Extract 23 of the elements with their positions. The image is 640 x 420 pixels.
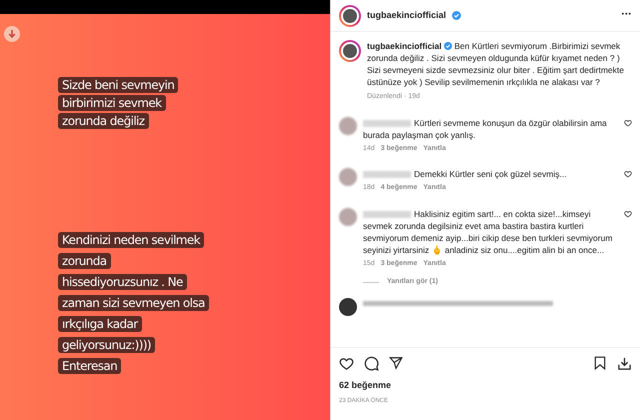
like-icon[interactable]	[624, 210, 632, 218]
like-icon[interactable]	[624, 118, 632, 126]
blurred-username	[363, 171, 411, 178]
story-text-sticker: Sizde beni sevmeyin birbirimizi sevmek zorunda değiliz	[58, 76, 178, 130]
download-icon[interactable]	[617, 356, 632, 370]
blurred-username	[363, 120, 411, 127]
share-icon[interactable]	[389, 356, 403, 370]
avatar[interactable]	[339, 4, 361, 26]
comment-text: Demekki Kürtler seni çok güzel sevmiş...	[363, 168, 618, 180]
like-icon[interactable]	[624, 170, 632, 178]
username-link[interactable]: tugbaekinciofficial	[367, 8, 446, 22]
blurred-username	[363, 210, 411, 218]
comment-text: Kürtleri sevmeme konuşun da özgür olabilirsin ama burada paylaşman çok yanlış.	[363, 116, 608, 140]
username-link[interactable]: tugbaekinciofficial	[367, 41, 442, 51]
like-icon[interactable]	[339, 356, 354, 370]
bookmark-icon[interactable]	[593, 356, 607, 370]
avatar[interactable]	[339, 298, 357, 316]
comment-text: Haklisiniz egitim sart!... en cokta size!...kimseyi sevmek zorunda degilsiniz evet ama bastira bastira kurtleri sevmiyorum demeniz ayip...biri cikip dese ben turkleri sevmiyorum seyinizi yirtarsiniz 🖕 anladiniz siz onu....egitim alin bi an once...	[363, 208, 614, 256]
avatar[interactable]	[339, 40, 361, 62]
post-caption: tugbaekinciofficial Ben Kürtleri sevmiyorum .Birbirimizi sevmek zorunda değiliz . Sizi sevmeyen oldugunda küfür kıyamet neden ? ) Sizi sevmeyeni sizde sevmezsiniz olur biter . Eğitim şart dedirtmekte üstünüze yok ) Sevilip sevilmemenin ırkçılıkla ne alakası var ?	[367, 40, 625, 88]
likes-count[interactable]: 62 beğenme	[339, 378, 632, 392]
comment-icon[interactable]	[364, 356, 379, 370]
story-text-sticker: Kendinizi neden sevilmek zorunda hissediyoruzsunız . Ne zaman sizi sevmeyen olsa ırkçılıga kadar geliyorsunuz:)))) Enteresan	[58, 230, 209, 377]
